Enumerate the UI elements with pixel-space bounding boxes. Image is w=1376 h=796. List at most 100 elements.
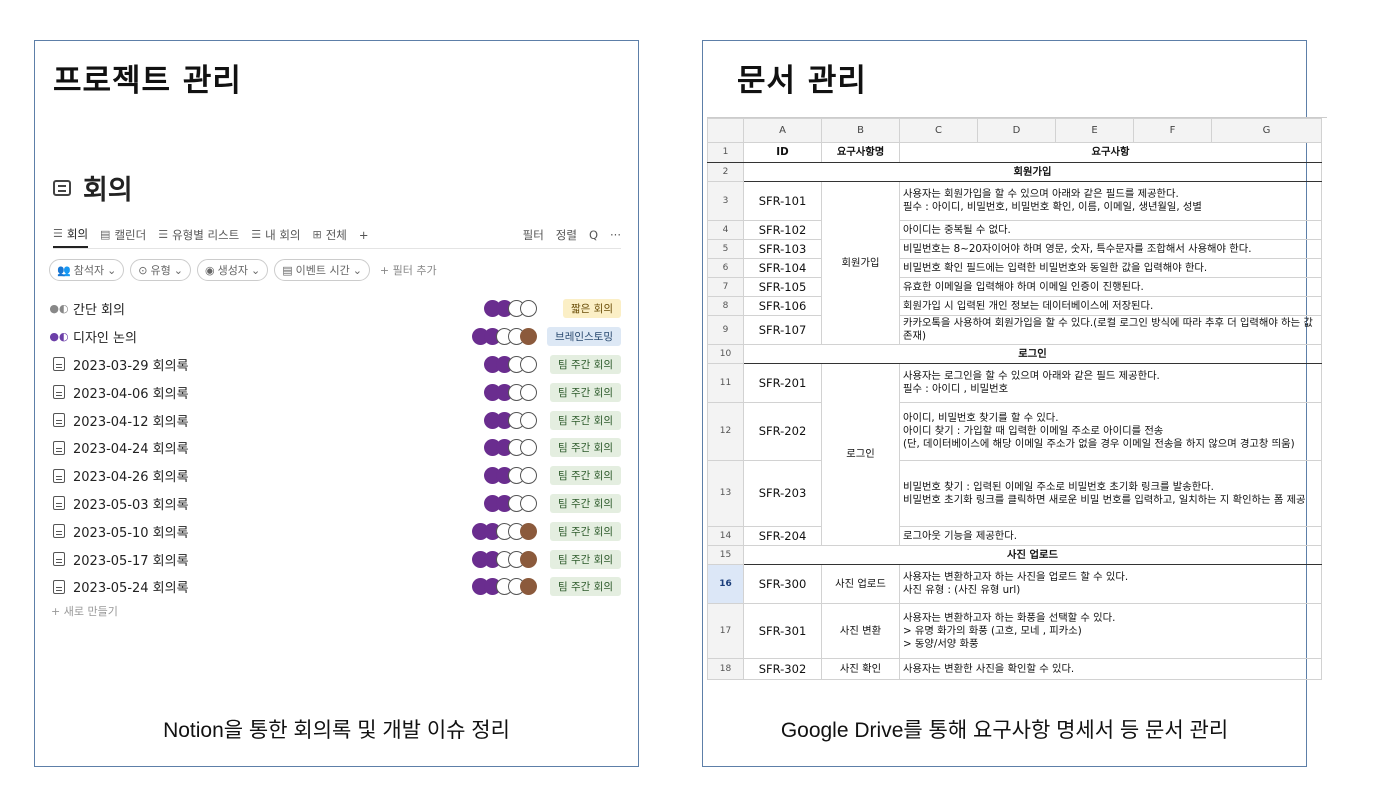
col-header-b[interactable]: B: [821, 118, 900, 143]
row-number[interactable]: 4: [707, 220, 744, 240]
tab-meeting[interactable]: ☰ 회의: [53, 221, 89, 248]
cell[interactable]: 비밀번호는 8~20자이어야 하며 영문, 숫자, 특수문자를 조합해서 사용해…: [899, 239, 1322, 259]
corner-cell[interactable]: [707, 118, 744, 143]
col-header-e[interactable]: E: [1055, 118, 1134, 143]
attendee-avatars: [484, 383, 537, 401]
list-item[interactable]: 2023-04-06 회의록 팀 주간 회의: [51, 378, 621, 406]
cell[interactable]: 로그아웃 기능을 제공한다.: [899, 526, 1322, 546]
list-item[interactable]: ●◐ 간단 회의 짧은 회의: [49, 295, 621, 323]
row-number[interactable]: 2: [707, 162, 744, 182]
tab-my-meetings[interactable]: ☰ 내 회의: [251, 221, 300, 248]
row-number[interactable]: 1: [707, 142, 744, 163]
cell[interactable]: SFR-106: [743, 296, 822, 316]
row-number[interactable]: 6: [707, 258, 744, 278]
list-item[interactable]: 2023-03-29 회의록 팀 주간 회의: [51, 351, 621, 379]
row-number[interactable]: 3: [707, 181, 744, 221]
tab-calendar[interactable]: ▤ 캘린더: [100, 221, 146, 248]
more-icon[interactable]: ···: [610, 228, 621, 242]
list-item[interactable]: 2023-05-10 회의록 팀 주간 회의: [51, 517, 621, 545]
cell[interactable]: 사용자는 회원가입을 할 수 있으며 아래와 같은 필드를 제공한다. 필수 : …: [899, 181, 1322, 221]
search-icon[interactable]: Q: [589, 228, 598, 242]
col-header-f[interactable]: F: [1133, 118, 1212, 143]
table-row: 3 SFR-101 회원가입 사용자는 회원가입을 할 수 있으며 아래와 같은…: [707, 181, 1322, 345]
row-number[interactable]: 14: [707, 526, 744, 546]
filter-chip-type[interactable]: ⊙ 유형 ⌄: [130, 259, 191, 281]
list-item[interactable]: ●◐ 디자인 논의 브레인스토밍: [49, 323, 621, 351]
filter-chip-attendee[interactable]: 👥 참석자 ⌄: [49, 259, 125, 281]
cell[interactable]: 아이디는 중복될 수 없다.: [899, 220, 1322, 240]
row-number[interactable]: 13: [707, 460, 744, 527]
avatar: [520, 383, 537, 401]
col-header-a[interactable]: A: [743, 118, 822, 143]
list-icon: ☰: [53, 227, 63, 240]
cell[interactable]: 사진 변환: [821, 603, 900, 659]
cell[interactable]: SFR-203: [743, 460, 822, 527]
new-page-button[interactable]: + 새로 만들기: [51, 601, 621, 621]
cell[interactable]: 로그인: [821, 363, 900, 546]
tab-all[interactable]: ⊞ 전체: [313, 221, 347, 248]
add-view-button[interactable]: +: [359, 221, 369, 248]
list-item[interactable]: 2023-04-26 회의록 팀 주간 회의: [51, 462, 621, 490]
cell[interactable]: SFR-300: [743, 564, 822, 604]
row-number[interactable]: 11: [707, 363, 744, 403]
row-number[interactable]: 12: [707, 402, 744, 461]
row-number[interactable]: 7: [707, 277, 744, 297]
cell[interactable]: SFR-302: [743, 658, 822, 680]
cell[interactable]: SFR-102: [743, 220, 822, 240]
cell[interactable]: 회원가입: [821, 181, 900, 345]
table-row: 10 로그인: [707, 344, 1322, 364]
filter-button[interactable]: 필터: [523, 227, 544, 243]
cell[interactable]: 요구사항명: [821, 142, 900, 163]
table-row: 1 ID 요구사항명 요구사항: [707, 142, 1322, 163]
cell[interactable]: 아이디, 비밀번호 찾기를 할 수 있다. 아이디 찾기 : 가입할 때 입력한 …: [899, 402, 1322, 461]
section-header[interactable]: 회원가입: [743, 162, 1322, 182]
cell[interactable]: SFR-101: [743, 181, 822, 221]
cell[interactable]: 비밀번호 확인 필드에는 입력한 비밀번호와 동일한 값을 입력해야 한다.: [899, 258, 1322, 278]
list-item[interactable]: 2023-04-12 회의록 팀 주간 회의: [51, 406, 621, 434]
row-number[interactable]: 15: [707, 545, 744, 565]
cell[interactable]: 사진 확인: [821, 658, 900, 680]
cell[interactable]: 회원가입 시 입력된 개인 정보는 데이터베이스에 저장된다.: [899, 296, 1322, 316]
caption: Notion을 통한 회의록 및 개발 이슈 정리: [163, 719, 510, 742]
col-header-g[interactable]: G: [1211, 118, 1322, 143]
row-number[interactable]: 8: [707, 296, 744, 316]
cell[interactable]: SFR-103: [743, 239, 822, 259]
cell[interactable]: 사용자는 변환한 사진을 확인할 수 있다.: [899, 658, 1322, 680]
filter-chip-creator[interactable]: ◉ 생성자 ⌄: [196, 259, 269, 281]
row-number-selected[interactable]: 16: [707, 564, 744, 604]
cell[interactable]: 사용자는 변환하고자 하는 화풍을 선택할 수 있다. > 유명 화가의 화풍 (…: [899, 603, 1322, 659]
sort-button[interactable]: 정렬: [556, 227, 577, 243]
cell[interactable]: 유효한 이메일을 입력해야 하며 이메일 인증이 진행된다.: [899, 277, 1322, 297]
add-filter-button[interactable]: + 필터 추가: [376, 262, 437, 278]
cell[interactable]: 요구사항: [899, 142, 1322, 163]
row-number[interactable]: 17: [707, 603, 744, 659]
cell[interactable]: SFR-204: [743, 526, 822, 546]
list-item[interactable]: 2023-05-24 회의록 팀 주간 회의: [51, 573, 621, 601]
filter-chip-event-time[interactable]: ▤ 이벤트 시간 ⌄: [274, 259, 370, 281]
cell[interactable]: ID: [743, 142, 822, 163]
list-item[interactable]: 2023-05-17 회의록 팀 주간 회의: [51, 545, 621, 573]
row-number[interactable]: 9: [707, 315, 744, 345]
col-header-d[interactable]: D: [977, 118, 1056, 143]
list-item[interactable]: 2023-04-24 회의록 팀 주간 회의: [51, 434, 621, 462]
list-item[interactable]: 2023-05-03 회의록 팀 주간 회의: [51, 490, 621, 518]
cell[interactable]: 사용자는 로그인을 할 수 있으며 아래와 같은 필드 제공한다. 필수 : 아이…: [899, 363, 1322, 403]
cell[interactable]: SFR-301: [743, 603, 822, 659]
cell[interactable]: SFR-104: [743, 258, 822, 278]
cell[interactable]: SFR-202: [743, 402, 822, 461]
cell[interactable]: SFR-201: [743, 363, 822, 403]
cell[interactable]: SFR-107: [743, 315, 822, 345]
col-header-c[interactable]: C: [899, 118, 978, 143]
cell[interactable]: SFR-105: [743, 277, 822, 297]
row-number[interactable]: 10: [707, 344, 744, 364]
cell[interactable]: 사용자는 변환하고자 하는 사진을 업로드 할 수 있다. 사진 유형 : (사진…: [899, 564, 1322, 604]
section-header[interactable]: 로그인: [743, 344, 1322, 364]
cell[interactable]: 비밀번호 찾기 : 입력된 이메일 주소로 비밀번호 초기화 링크를 발송한다.…: [899, 460, 1322, 527]
row-number[interactable]: 5: [707, 239, 744, 259]
section-header[interactable]: 사진 업로드: [743, 545, 1322, 565]
cell[interactable]: 사진 업로드: [821, 564, 900, 604]
avatar: [520, 467, 537, 485]
row-number[interactable]: 18: [707, 658, 744, 680]
tab-by-type[interactable]: ☰ 유형별 리스트: [158, 221, 239, 248]
cell[interactable]: 카카오톡을 사용하여 회원가입을 할 수 있다.(로컬 로그인 방식에 따라 추…: [899, 315, 1322, 345]
